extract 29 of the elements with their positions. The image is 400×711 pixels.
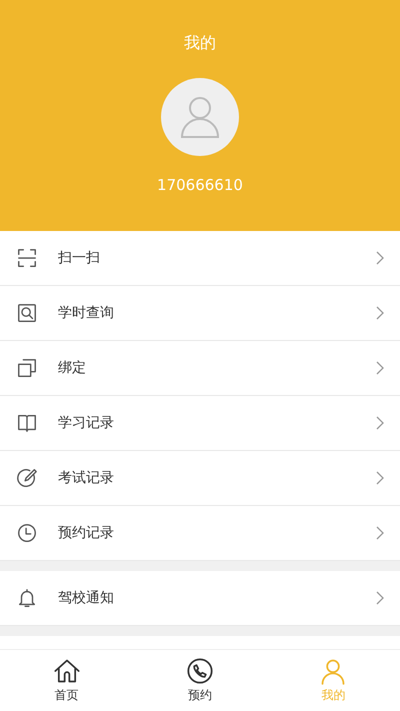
menu-item[interactable]: 驾校通知 [0,571,400,626]
clock-icon [16,522,38,544]
user-icon [319,657,348,685]
menu-item[interactable]: 考试记录 [0,451,400,506]
home-icon [52,657,81,685]
menu-item[interactable]: 学习记录 [0,396,400,451]
pencil-icon [16,467,38,489]
scan-icon [16,247,38,269]
book-icon [16,412,38,434]
chevron-icon [376,416,384,430]
squares-icon [16,357,38,379]
search-icon [16,302,38,324]
chevron-icon [376,361,384,375]
user-icon [180,96,220,138]
bell-icon [16,587,38,609]
chevron-icon [376,526,384,540]
phone-number: 170666610 [157,176,243,194]
chevron-icon [376,251,384,265]
chevron-icon [376,591,384,605]
menu-item[interactable]: 预约记录 [0,506,400,561]
menu-item[interactable]: 学时查询 [0,286,400,341]
menu-item[interactable]: 扫一扫 [0,231,400,286]
chevron-icon [376,306,384,320]
tab[interactable]: 首页 [0,650,134,711]
phone-icon [186,657,214,685]
page-title: 我的 [184,33,216,54]
menu-item[interactable]: 绑定 [0,341,400,396]
chevron-icon [376,471,384,485]
tab[interactable]: 预约 [133,650,267,711]
